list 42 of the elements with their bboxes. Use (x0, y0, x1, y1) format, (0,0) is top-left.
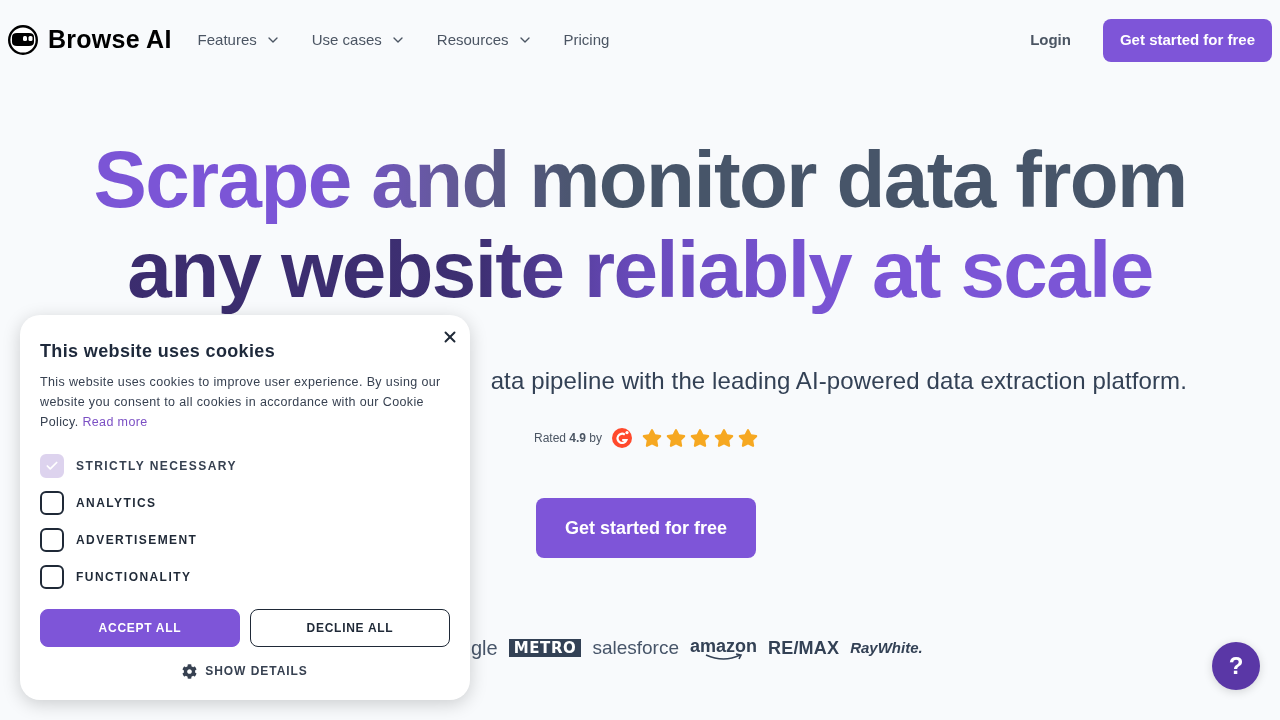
cookie-title: This website uses cookies (40, 340, 277, 363)
star-icon (666, 428, 687, 448)
logo-wordmark: RE/MAX (768, 637, 840, 660)
checkbox[interactable] (40, 528, 64, 552)
cookie-description: This website uses cookies to improve user experience. By using our website you consent to all cookies in accordance with our Cookie Policy. Read more (40, 374, 442, 431)
checkbox-label: ANALYTICS (76, 495, 157, 512)
brand-name[interactable]: Browse AI (48, 21, 172, 59)
accept-all-button[interactable]: ACCEPT ALL (40, 609, 240, 647)
checkbox[interactable] (40, 491, 64, 515)
close-icon (441, 328, 459, 346)
read-more-link[interactable]: Read more (82, 415, 148, 429)
rating-site-logo-icon (612, 428, 633, 448)
nav-link[interactable]: Pricing (563, 28, 610, 52)
checkbox-label: STRICTLY NECESSARY (76, 458, 237, 475)
get-started-button[interactable]: Get started for free (535, 498, 756, 558)
help-button[interactable]: ? (1212, 642, 1260, 690)
checkbox-label: FUNCTIONALITY (76, 569, 192, 586)
star-icon (738, 428, 759, 448)
star-icon (714, 428, 735, 448)
logo-wordmark: salesforce (592, 636, 680, 660)
hero-subtitle: ata pipeline with the leading AI-powered data extraction platform. (490, 366, 1187, 396)
star-icon (642, 428, 663, 448)
check-icon (45, 459, 59, 473)
logo-wordmark: METRO (508, 639, 582, 657)
gear-icon (182, 663, 198, 679)
robot-logo-icon (8, 25, 38, 55)
logo-wordmark: gle (471, 636, 498, 660)
checkbox[interactable] (40, 565, 64, 589)
curved-arrow-icon (703, 653, 744, 661)
close-button[interactable] (441, 328, 459, 346)
rating-text: Rated 4.9 by (533, 430, 603, 447)
star-icon (690, 428, 711, 448)
login-link[interactable]: Login (1030, 28, 1071, 52)
logo-wordmark: amazon (690, 635, 758, 657)
checkbox-label: ADVERTISEMENT (76, 532, 198, 549)
logo-wordmark: RayWhite. (850, 638, 923, 658)
decline-all-button[interactable]: DECLINE ALL (250, 609, 450, 647)
show-details-button[interactable]: SHOW DETAILS (182, 662, 308, 680)
nav-link[interactable]: Features (197, 28, 281, 52)
nav-link[interactable]: Use cases (311, 28, 406, 52)
get-started-button[interactable]: Get started for free (1102, 18, 1272, 62)
nav-link[interactable]: Resources (436, 28, 533, 52)
